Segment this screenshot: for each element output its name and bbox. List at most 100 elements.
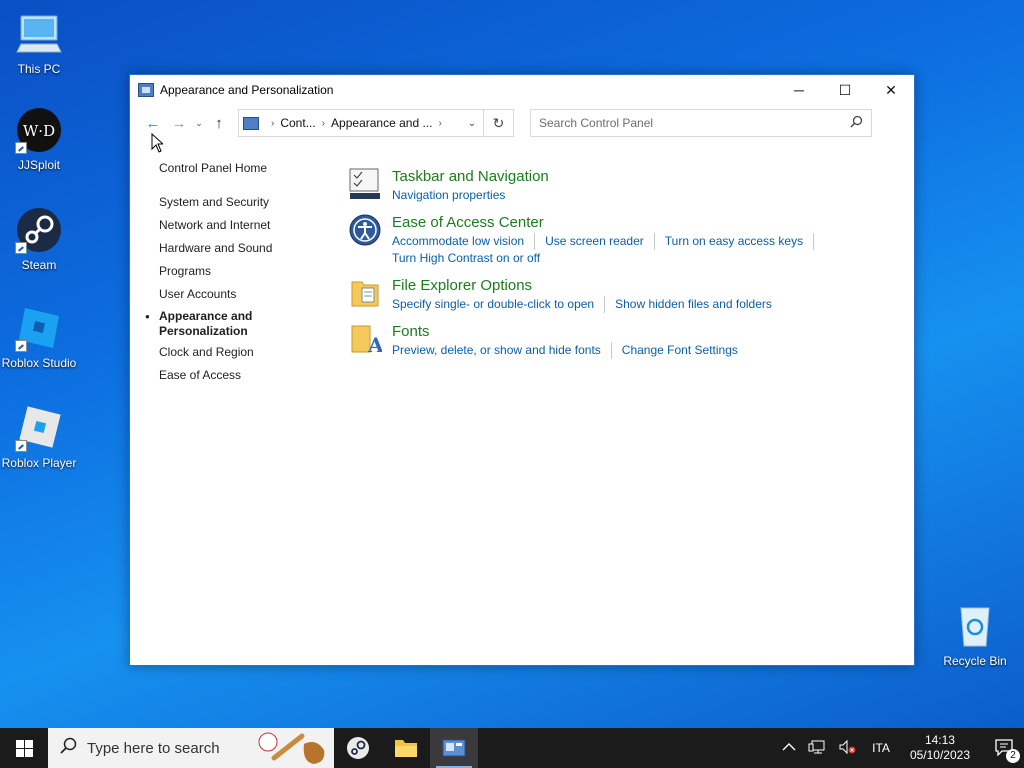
taskbar-search-input[interactable] [87,739,257,757]
category-ease-of-access: Ease of Access Center Accommodate low vi… [348,213,908,276]
refresh-button[interactable]: ↻ [483,110,513,136]
taskbar-app-steam[interactable] [334,728,382,768]
category-title[interactable]: Ease of Access Center [392,213,824,233]
steam-icon [15,206,63,254]
jjsploit-icon: W·D [15,106,63,154]
title-bar[interactable]: Appearance and Personalization ─ ☐ ✕ [130,75,914,105]
window-title: Appearance and Personalization [160,83,334,97]
desktop-icon-label: JJSploit [17,158,61,172]
up-button[interactable]: ↑ [206,110,232,136]
sidebar-item-system-security[interactable]: System and Security [159,194,319,217]
clock-date: 05/10/2023 [909,748,970,762]
search-icon[interactable] [850,115,863,131]
sidebar-control-panel-home[interactable]: Control Panel Home [159,161,319,175]
taskbar-app-file-explorer[interactable] [382,728,430,768]
computer-icon [15,10,63,58]
notification-center-button[interactable]: 2 [980,738,1024,763]
minimize-button[interactable]: ─ [776,75,822,105]
maximize-button[interactable]: ☐ [822,75,868,105]
address-bar[interactable]: › Cont... › Appearance and ... › ⌄ ↻ [238,109,514,137]
desktop-icon-this-pc[interactable]: This PC [0,10,78,76]
link-navigation-properties[interactable]: Navigation properties [392,187,515,204]
taskbar-app-control-panel[interactable] [430,728,478,768]
chevron-right-icon[interactable]: › [438,118,441,129]
search-box[interactable] [530,109,872,137]
notification-count-badge: 2 [1006,748,1020,763]
desktop-icon-jjsploit[interactable]: W·D JJSploit [0,106,78,172]
taskbar: ITA 14:13 05/10/2023 2 [0,728,1024,768]
clock-time: 14:13 [924,733,955,747]
search-input[interactable] [539,116,850,130]
recent-locations-button[interactable]: ⌄ [192,110,206,136]
link-high-contrast[interactable]: Turn High Contrast on or off [392,250,550,267]
taskbar-icon [348,167,382,201]
shortcut-arrow-icon [15,340,27,352]
category-list: Taskbar and Navigation Navigation proper… [348,167,908,368]
category-taskbar: Taskbar and Navigation Navigation proper… [348,167,908,213]
sidebar-item-hardware-sound[interactable]: Hardware and Sound [159,240,319,263]
taskbar-search[interactable] [48,728,334,768]
control-panel-window: Appearance and Personalization ─ ☐ ✕ ← →… [129,74,915,666]
link-show-hidden-files[interactable]: Show hidden files and folders [615,296,782,313]
desktop-icon-label: Steam [21,258,57,272]
category-title[interactable]: Fonts [392,322,758,342]
category-fonts: A Fonts Preview, delete, or show and hid… [348,322,908,368]
desktop-icon-recycle-bin[interactable]: Recycle Bin [936,602,1014,668]
sidebar-item-network-internet[interactable]: Network and Internet [159,217,319,240]
desktop-icon-roblox-player[interactable]: Roblox Player [0,404,78,470]
network-icon[interactable] [802,739,832,758]
svg-text:A: A [367,333,382,356]
language-indicator[interactable]: ITA [862,741,900,755]
steam-icon [347,737,369,759]
clock[interactable]: 14:13 05/10/2023 [900,733,980,763]
windows-logo-icon [15,739,33,757]
link-use-screen-reader[interactable]: Use screen reader [545,233,655,250]
link-accommodate-low-vision[interactable]: Accommodate low vision [392,233,536,250]
search-highlight-icon [256,730,330,768]
breadcrumb-control-panel[interactable]: Cont... [280,116,315,130]
desktop-icon-label: Roblox Studio [1,356,77,370]
chevron-right-icon[interactable]: › [271,118,274,129]
sidebar-item-appearance: Appearance and Personalization [145,309,319,344]
link-change-font-settings[interactable]: Change Font Settings [622,342,748,359]
category-title[interactable]: Taskbar and Navigation [392,167,549,187]
desktop-icon-steam[interactable]: Steam [0,206,78,272]
chevron-up-icon[interactable] [776,741,802,755]
search-icon [60,737,77,759]
folder-icon [395,740,417,757]
shortcut-arrow-icon [15,440,27,452]
desktop-icon-label: Roblox Player [1,456,77,470]
link-preview-fonts[interactable]: Preview, delete, or show and hide fonts [392,342,612,359]
desktop-icon-label: Recycle Bin [943,654,1007,668]
category-title[interactable]: File Explorer Options [392,276,792,296]
recycle-bin-icon [951,602,999,650]
link-single-double-click[interactable]: Specify single- or double-click to open [392,296,606,313]
forward-button[interactable]: → [166,110,192,136]
desktop-icon-label: This PC [17,62,61,76]
address-row: ← → ⌄ ↑ › Cont... › Appearance and ... ›… [130,105,914,141]
start-button[interactable] [0,728,48,768]
breadcrumb-appearance[interactable]: Appearance and ... [331,116,432,130]
desktop-icon-roblox-studio[interactable]: Roblox Studio [0,304,78,370]
chevron-down-icon[interactable]: ⌄ [461,118,483,129]
volume-muted-icon[interactable] [832,739,862,758]
sidebar: Control Panel Home System and Security N… [145,161,319,390]
control-panel-icon [442,739,466,757]
chevron-right-icon[interactable]: › [322,118,325,129]
svg-text:W·D: W·D [23,122,55,140]
fonts-icon: A [348,322,384,357]
mouse-cursor-icon [151,132,165,156]
ease-of-access-icon [348,213,382,247]
control-panel-icon [243,116,259,130]
close-button[interactable]: ✕ [868,75,914,105]
sidebar-item-clock-region[interactable]: Clock and Region [159,344,319,367]
category-file-explorer-options: File Explorer Options Specify single- or… [348,276,908,322]
sidebar-item-user-accounts[interactable]: User Accounts [159,286,319,309]
roblox-studio-icon [15,304,63,352]
sidebar-item-ease-of-access[interactable]: Ease of Access [159,367,319,390]
roblox-player-icon [15,404,63,452]
system-tray: ITA 14:13 05/10/2023 2 [776,728,1024,768]
sidebar-item-programs[interactable]: Programs [159,263,319,286]
folder-options-icon [348,276,382,310]
link-easy-access-keys[interactable]: Turn on easy access keys [665,233,815,250]
